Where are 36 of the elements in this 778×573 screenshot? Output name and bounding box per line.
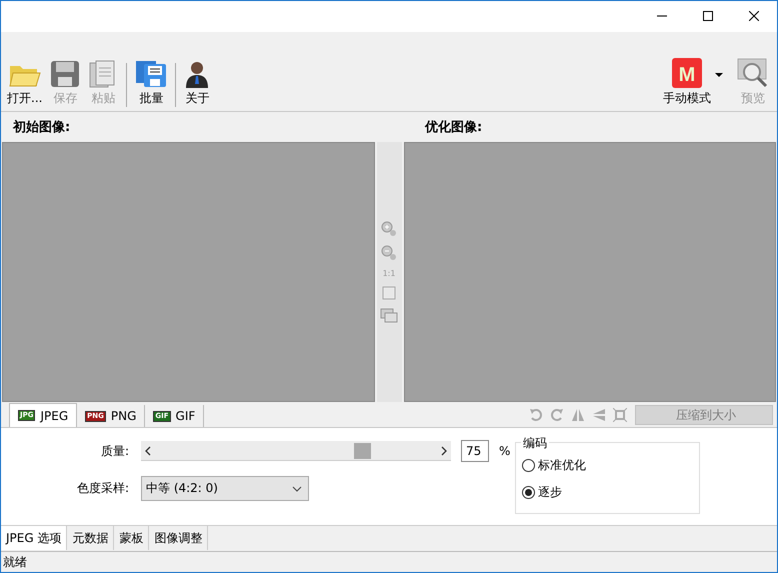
status-text: 就绪 [3, 554, 27, 570]
radio-option[interactable]: 标准优化 [522, 457, 693, 474]
toolbar-button[interactable]: 打开... [3, 60, 46, 107]
person-icon [184, 60, 210, 88]
quality-label: 质量: [100, 442, 130, 460]
slider-thumb[interactable] [354, 443, 371, 459]
toolbar-button[interactable]: 批量 [131, 60, 172, 107]
chroma-label: 色度采样: [76, 480, 130, 497]
fit-icon[interactable] [382, 286, 396, 300]
chevron-down-icon [292, 486, 302, 492]
rotate-left-icon[interactable] [529, 408, 543, 422]
panel-heading: 优化图像: [424, 119, 484, 136]
radio-icon[interactable] [522, 459, 535, 472]
quality-input[interactable]: 75 [461, 440, 489, 462]
flip-vertical-icon[interactable] [592, 408, 606, 422]
quality-slider[interactable] [141, 441, 451, 461]
chroma-dropdown[interactable]: 中等 (4:2: 0) [141, 476, 309, 501]
flip-horizontal-icon[interactable] [571, 408, 585, 422]
zoom-out-icon[interactable] [381, 244, 397, 260]
rotate-right-icon[interactable] [550, 408, 564, 422]
panel-heading: 初始图像: [12, 118, 72, 136]
radio-icon[interactable] [522, 486, 535, 499]
monitors-icon[interactable] [380, 308, 398, 324]
magnifier-icon [737, 58, 769, 88]
dropdown-caret-icon[interactable] [715, 73, 723, 77]
letter-m-icon: M [672, 58, 702, 88]
options-tab[interactable]: JPEG 选项 [1, 526, 68, 550]
maximize-icon [703, 11, 713, 21]
zoom-in-icon[interactable] [381, 220, 397, 236]
crop-icon[interactable] [613, 408, 627, 422]
floppy-disks-icon [135, 60, 168, 88]
close-icon [749, 11, 759, 21]
radio-option[interactable]: 逐步 [522, 484, 693, 501]
toolbar-button[interactable]: 关于 [180, 60, 214, 107]
percent-label: % [499, 444, 510, 458]
mode-button[interactable]: M 手动模式 [659, 58, 715, 107]
